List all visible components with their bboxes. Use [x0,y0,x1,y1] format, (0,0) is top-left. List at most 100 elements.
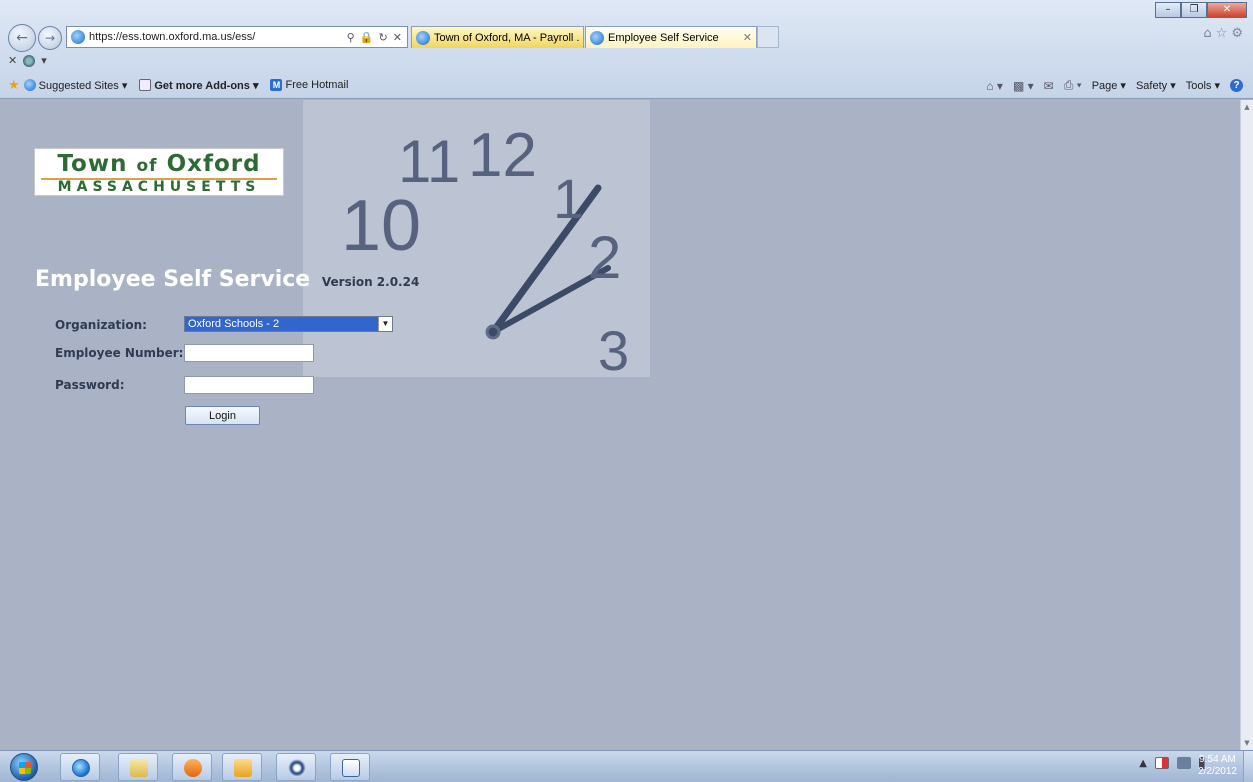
feeds-icon[interactable]: ▩ ▾ [1013,79,1034,93]
forward-button[interactable]: → [38,26,62,50]
page-title-text: Employee Self Service [35,267,311,292]
tab-payroll[interactable]: Town of Oxford, MA - Payroll ... [411,26,584,48]
tray-expand-icon[interactable]: ▲ [1139,758,1147,769]
stop-icon[interactable]: ✕ [393,32,403,44]
logo-town-text: Town of Oxford [35,151,283,177]
taskbar-windows-explorer[interactable] [118,753,158,781]
taskbar-internet-explorer[interactable] [60,753,100,781]
clock-numeral: 11 [398,128,460,195]
login-button[interactable]: Login [185,406,260,425]
network-icon[interactable] [1177,757,1191,769]
page-title: Employee Self Service Version 2.0.24 [35,267,419,292]
window-controls: – ❐ ✕ [1155,2,1247,18]
settings-gear-icon[interactable]: ⚙ [1231,26,1247,41]
print-icon[interactable]: ⎙ ▾ [1064,78,1082,93]
media-player-icon [184,759,202,777]
command-bar: ⌂ ▾ ▩ ▾ ✉ ⎙ ▾ Page ▾ Safety ▾ Tools ▾ ? [986,78,1243,93]
organization-selected-value: Oxford Schools - 2 [188,318,280,330]
favorites-label: Suggested Sites ▾ [38,79,128,92]
document-icon [139,79,152,91]
back-button[interactable]: ← [8,24,36,52]
clock-numeral: 2 [588,224,621,291]
chevron-down-icon[interactable]: ▾ [41,54,47,67]
town-of-oxford-logo: Town of Oxford MASSACHUSETTS [34,148,284,196]
taskbar-outlook[interactable] [222,753,262,781]
browser-chrome: – ❐ ✕ ← → https://ess.town.oxford.ma.us/… [0,0,1253,99]
site-favicon-icon [71,30,85,44]
browser-right-icons: ⌂☆⚙ [1203,26,1247,41]
taskbar-navigator[interactable] [276,753,316,781]
logo-word-oxford: Oxford [166,151,261,177]
favorites-label: Get more Add-ons ▾ [154,79,259,92]
organization-select[interactable]: Oxford Schools - 2 ▼ [184,316,393,332]
favorites-free-hotmail[interactable]: M Free Hotmail [270,79,348,91]
scroll-up-icon[interactable]: ▲ [1241,100,1253,114]
compass-icon [288,759,306,777]
favorites-star-icon[interactable]: ★ [8,77,20,93]
taskbar-clock[interactable]: 9:54 AM 2/2/2012 [1198,754,1237,778]
windows-logo-icon [19,762,31,774]
page-menu[interactable]: Page ▾ [1092,79,1126,92]
clock-numeral: 1 [553,167,584,230]
tools-menu[interactable]: Tools ▾ [1186,79,1220,92]
outlook-icon [234,759,252,777]
favorites-bar: ★ Suggested Sites ▾ Get more Add-ons ▾ M… [8,76,356,94]
search-icon[interactable]: ⚲ [347,32,356,44]
taskbar-media-player[interactable] [172,753,212,781]
page-content: 10 11 12 1 2 3 Town of Oxford MASSACHUSE… [8,100,1240,750]
tab-label: Employee Self Service [608,31,719,44]
address-bar[interactable]: https://ess.town.oxford.ma.us/ess/ ⚲ 🔒 ↻… [66,26,408,48]
clock-background-image: 10 11 12 1 2 3 [303,100,650,377]
close-window-button[interactable]: ✕ [1207,2,1247,18]
favorites-suggested-sites[interactable]: Suggested Sites ▾ [23,79,128,92]
tab-favicon-icon [416,30,430,45]
close-toolbar-icon[interactable]: ✕ [8,54,17,67]
home-icon[interactable]: ⌂ ▾ [986,79,1003,93]
show-desktop-button[interactable] [1243,751,1253,782]
logo-word-of: of [136,156,158,176]
internet-explorer-icon [72,759,90,777]
toolbar-row: ✕ ▾ [8,54,47,67]
version-label: Version 2.0.24 [321,275,420,289]
new-tab-button[interactable] [757,26,779,48]
folder-icon [130,759,148,777]
chevron-down-icon[interactable]: ▼ [378,317,392,331]
address-tools: ⚲ 🔒 ↻ ✕ [347,31,407,44]
organization-label: Organization: [55,318,147,332]
employee-number-label: Employee Number: [55,346,184,360]
start-button[interactable] [10,753,38,781]
safety-menu[interactable]: Safety ▾ [1136,79,1176,92]
vertical-scrollbar[interactable]: ▲ ▼ [1240,100,1253,750]
lock-icon[interactable]: 🔒 [360,32,375,44]
tab-favicon-icon [590,30,604,45]
clock-numeral: 3 [598,319,629,377]
logo-word-town: Town [57,151,128,177]
favorites-get-addons[interactable]: Get more Add-ons ▾ [139,79,258,92]
restore-button[interactable]: ❐ [1181,2,1207,18]
taskbar-word[interactable] [330,753,370,781]
help-icon[interactable]: ? [1230,79,1243,92]
favorites-star-icon[interactable]: ☆ [1216,26,1232,41]
minimize-button[interactable]: – [1155,2,1181,18]
clock-illustration: 10 11 12 1 2 3 [341,121,629,377]
tab-employee-self-service[interactable]: Employee Self Service ✕ [585,26,757,48]
scroll-down-icon[interactable]: ▼ [1241,736,1253,750]
close-tab-icon[interactable]: ✕ [743,31,752,44]
password-label: Password: [55,378,125,392]
action-center-flag-icon[interactable] [1155,757,1169,769]
clock-numeral: 12 [468,121,537,190]
home-icon[interactable]: ⌂ [1203,26,1215,41]
ie-icon [23,79,36,91]
hotmail-icon: M [270,79,283,91]
refresh-icon[interactable]: ↻ [379,32,389,44]
employee-number-field[interactable] [184,344,314,362]
addon-icon[interactable] [23,54,36,67]
clock-time: 9:54 AM [1199,754,1236,765]
password-field[interactable] [184,376,314,394]
windows-taskbar: ▲ 9:54 AM 2/2/2012 [0,750,1253,782]
mail-icon[interactable]: ✉ [1044,79,1054,93]
clock-numeral: 10 [341,186,421,266]
logo-state-text: MASSACHUSETTS [57,179,261,195]
favorites-label: Free Hotmail [285,79,349,91]
address-url[interactable]: https://ess.town.oxford.ma.us/ess/ [89,31,347,43]
